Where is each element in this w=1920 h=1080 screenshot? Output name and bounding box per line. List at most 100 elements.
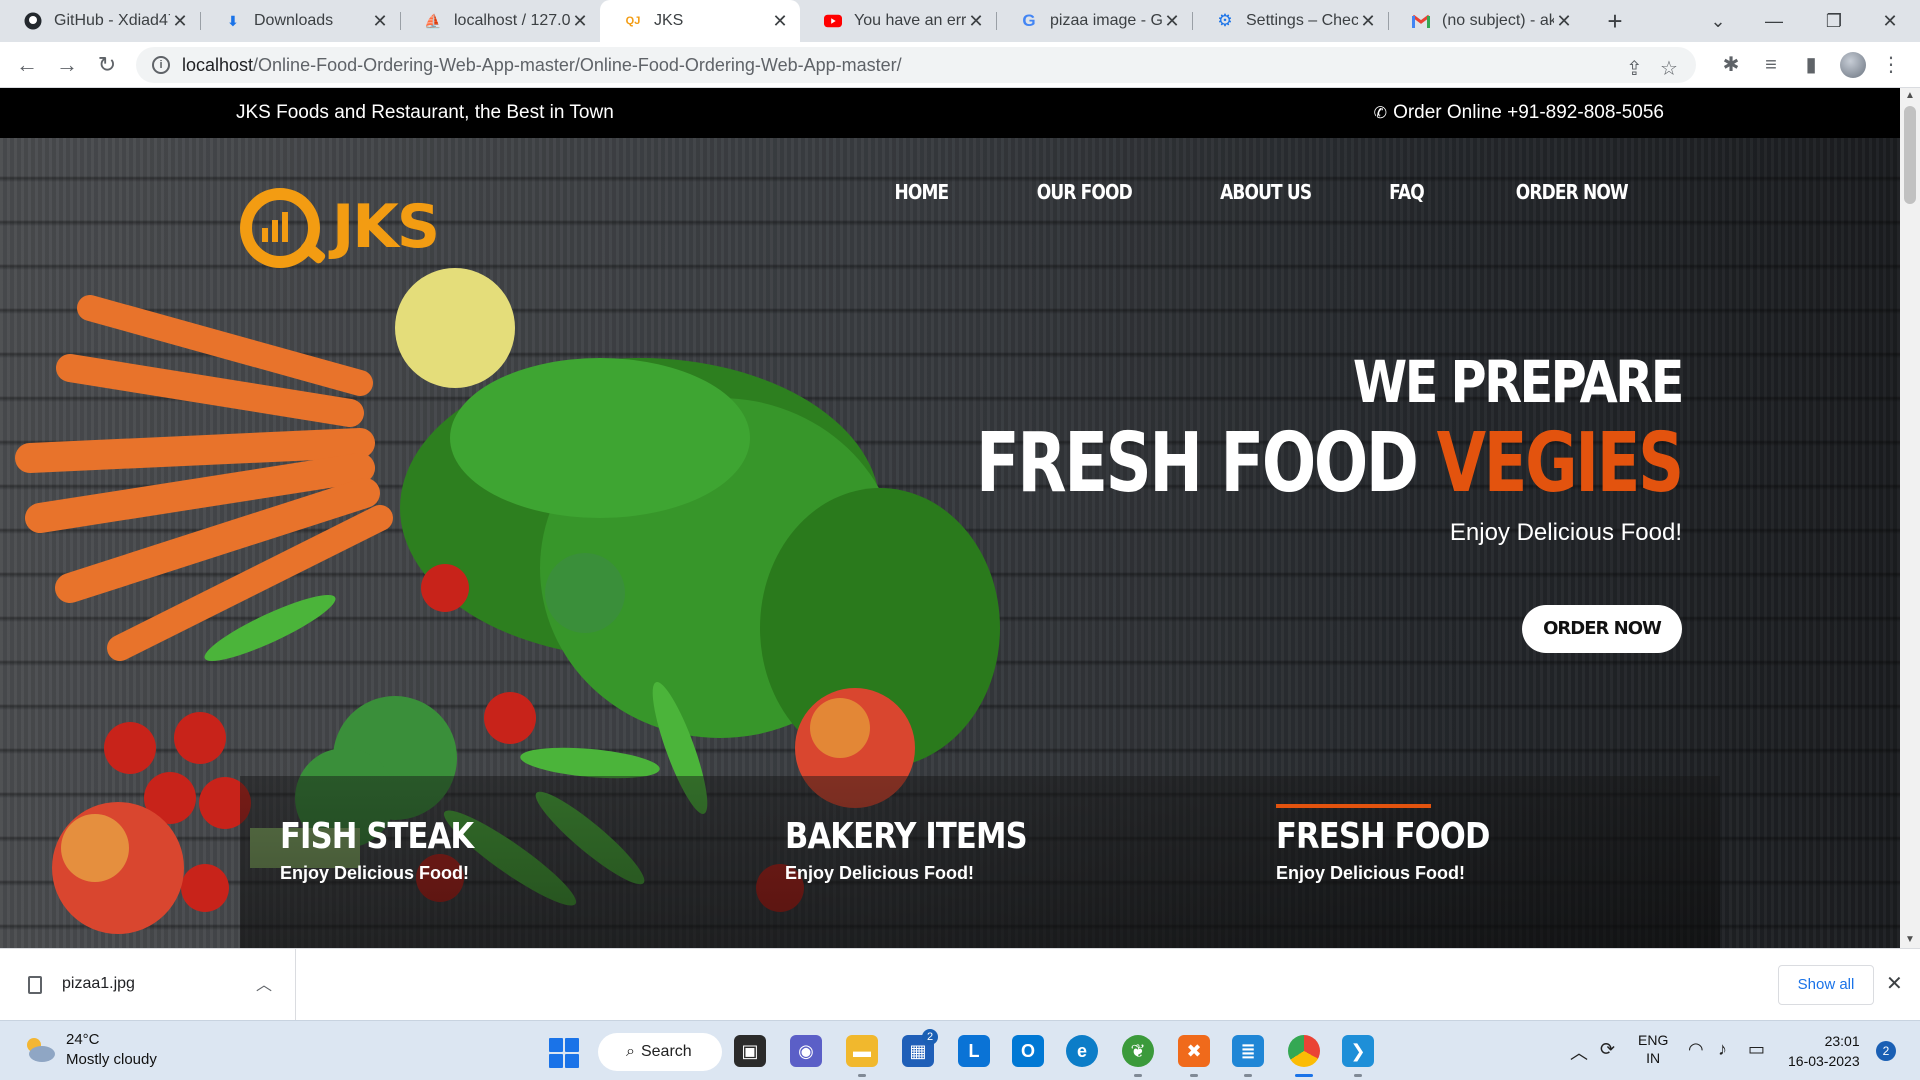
phpmyadmin-icon: ⛵	[424, 12, 442, 29]
back-button[interactable]: ←	[12, 50, 42, 80]
tab-gmail[interactable]: (no subject) - aka ✕	[1388, 0, 1584, 42]
address-bar[interactable]: i localhost/Online-Food-Ordering-Web-App…	[136, 47, 1696, 83]
chrome-icon[interactable]	[1288, 1035, 1320, 1067]
close-tab-icon[interactable]: ✕	[966, 11, 986, 32]
leaf-app-icon[interactable]: ❦	[1122, 1035, 1154, 1067]
scroll-up-arrow-icon[interactable]: ▲	[1904, 90, 1916, 101]
close-tab-icon[interactable]: ✕	[1162, 11, 1182, 32]
restore-button[interactable]: ❐	[1806, 0, 1862, 42]
page-viewport: JKS Foods and Restaurant, the Best in To…	[0, 88, 1900, 948]
phone-icon: ✆	[1373, 105, 1388, 122]
close-tab-icon[interactable]: ✕	[770, 11, 790, 32]
tab-jks[interactable]: QJ JKS ✕	[600, 0, 800, 42]
page-scrollbar[interactable]: ▲ ▼	[1900, 88, 1920, 948]
volume-icon[interactable]: ♪	[1718, 1039, 1727, 1060]
phone-text: Order Online +91-892-808-5056	[1393, 102, 1664, 123]
task-view-icon[interactable]: ▣	[734, 1035, 766, 1067]
download-file-name[interactable]: pizaa1.jpg	[62, 975, 135, 993]
tab-title: JKS	[654, 12, 684, 29]
outlook-icon[interactable]: O	[1012, 1035, 1044, 1067]
close-window-button[interactable]: ✕	[1862, 0, 1918, 42]
nav-faq[interactable]: FAQ	[1389, 180, 1425, 204]
tab-title: (no subject) - aka	[1442, 12, 1554, 29]
notepad-icon[interactable]: ≣	[1232, 1035, 1264, 1067]
tab-youtube[interactable]: You have an error ✕	[800, 0, 996, 42]
weather-description[interactable]: Mostly cloudy	[66, 1051, 157, 1068]
chrome-menu-icon[interactable]: ⋮	[1876, 50, 1906, 80]
url-text[interactable]: localhost/Online-Food-Ordering-Web-App-m…	[182, 55, 902, 76]
tab-google[interactable]: G pizaa image - Goo ✕	[996, 0, 1192, 42]
chevron-up-icon[interactable]: ︿	[256, 971, 272, 995]
github-icon	[24, 12, 42, 30]
order-now-button[interactable]: ORDER NOW	[1522, 605, 1682, 653]
feature-bakery-items[interactable]: BAKERY ITEMS Enjoy Delicious Food!	[785, 776, 1185, 884]
l-app-icon[interactable]: L	[958, 1035, 990, 1067]
notification-badge[interactable]: 2	[1876, 1041, 1896, 1061]
site-info-icon[interactable]: i	[152, 56, 170, 74]
share-icon[interactable]: ⇪	[1626, 56, 1643, 81]
bookmark-star-icon[interactable]: ☆	[1660, 56, 1678, 81]
image-file-icon	[28, 976, 42, 994]
weather-temperature[interactable]: 24°C	[66, 1031, 100, 1048]
nav-order-now[interactable]: ORDER NOW	[1516, 180, 1629, 204]
language-code: ENG	[1638, 1032, 1669, 1048]
new-tab-button[interactable]: +	[1600, 6, 1630, 36]
close-tab-icon[interactable]: ✕	[1358, 11, 1378, 32]
download-item[interactable]: pizaa1.jpg ︿	[0, 949, 296, 1021]
close-tab-icon[interactable]: ✕	[570, 11, 590, 32]
feature-fresh-food[interactable]: FRESH FOOD Enjoy Delicious Food!	[1276, 776, 1676, 884]
close-tab-icon[interactable]: ✕	[1554, 11, 1574, 32]
running-indicator	[1134, 1074, 1142, 1077]
logo-bars-icon	[262, 212, 288, 242]
wifi-icon[interactable]: ◠	[1688, 1039, 1704, 1060]
battery-icon[interactable]: ▭	[1748, 1039, 1765, 1060]
tab-title: pizaa image - Goo	[1050, 12, 1162, 29]
tab-github[interactable]: GitHub - Xdiad47 ✕	[0, 0, 200, 42]
feature-indicator	[280, 804, 435, 808]
nav-about-us[interactable]: ABOUT US	[1220, 180, 1312, 204]
reload-button[interactable]: ↻	[92, 50, 122, 80]
extensions-puzzle-icon[interactable]: ✱	[1716, 50, 1746, 80]
show-all-button[interactable]: Show all	[1778, 965, 1874, 1005]
forward-button[interactable]: →	[52, 50, 82, 80]
tab-downloads[interactable]: ⬇ Downloads ✕	[200, 0, 400, 42]
feature-indicator	[785, 804, 940, 808]
cloudy-weather-icon[interactable]	[22, 1035, 56, 1063]
teams-chat-icon[interactable]: ◉	[790, 1035, 822, 1067]
side-panel-icon[interactable]: ▮	[1796, 50, 1826, 80]
language-indicator[interactable]: ENG IN	[1638, 1031, 1668, 1067]
order-online-phone[interactable]: ✆ Order Online +91-892-808-5056	[1374, 102, 1664, 124]
system-clock[interactable]: 23:01 16-03-2023	[1788, 1031, 1860, 1071]
store-badge: 2	[922, 1029, 938, 1045]
reading-list-icon[interactable]: ≡	[1756, 50, 1786, 80]
scroll-down-arrow-icon[interactable]: ▼	[1904, 934, 1916, 945]
hero-headline: WE PREPARE FRESH FOOD VEGIES Enjoy Delic…	[777, 348, 1685, 547]
file-explorer-icon[interactable]: ▬	[846, 1035, 878, 1067]
sync-icon[interactable]: ⟳	[1600, 1039, 1615, 1060]
tab-title: Settings – Check	[1246, 12, 1358, 29]
close-tab-icon[interactable]: ✕	[170, 11, 190, 32]
feature-fish-steak[interactable]: FISH STEAK Enjoy Delicious Food!	[280, 776, 680, 884]
tab-strip: GitHub - Xdiad47 ✕ ⬇ Downloads ✕ ⛵ local…	[0, 0, 1920, 42]
scroll-thumb[interactable]	[1904, 106, 1916, 204]
minimize-button[interactable]: —	[1746, 0, 1802, 42]
tab-localhost[interactable]: ⛵ localhost / 127.0.0 ✕	[400, 0, 600, 42]
tab-title: Downloads	[254, 12, 334, 29]
tab-settings[interactable]: ⚙ Settings – Check ✕	[1192, 0, 1388, 42]
profile-avatar[interactable]	[1840, 52, 1866, 78]
nav-our-food[interactable]: OUR FOOD	[1037, 180, 1133, 204]
xampp-icon[interactable]: ✖	[1178, 1035, 1210, 1067]
edge-icon[interactable]: e	[1066, 1035, 1098, 1067]
show-hidden-icons-chevron-icon[interactable]: ︿	[1570, 1039, 1588, 1065]
close-tab-icon[interactable]: ✕	[370, 11, 390, 32]
vscode-icon[interactable]: ❯	[1342, 1035, 1374, 1067]
windows-start-button[interactable]	[549, 1038, 579, 1068]
nav-home[interactable]: HOME	[894, 180, 949, 204]
tab-title: You have an error	[854, 12, 966, 29]
site-top-bar: JKS Foods and Restaurant, the Best in To…	[0, 88, 1900, 138]
close-shelf-icon[interactable]: ✕	[1886, 971, 1903, 996]
jks-logo[interactable]: JKS	[240, 188, 450, 268]
hero-line-2-accent: VEGIES	[1436, 416, 1685, 511]
taskbar-search[interactable]: ⌕ Search	[598, 1033, 722, 1071]
tab-search-chevron-icon[interactable]: ⌄	[1690, 0, 1746, 42]
